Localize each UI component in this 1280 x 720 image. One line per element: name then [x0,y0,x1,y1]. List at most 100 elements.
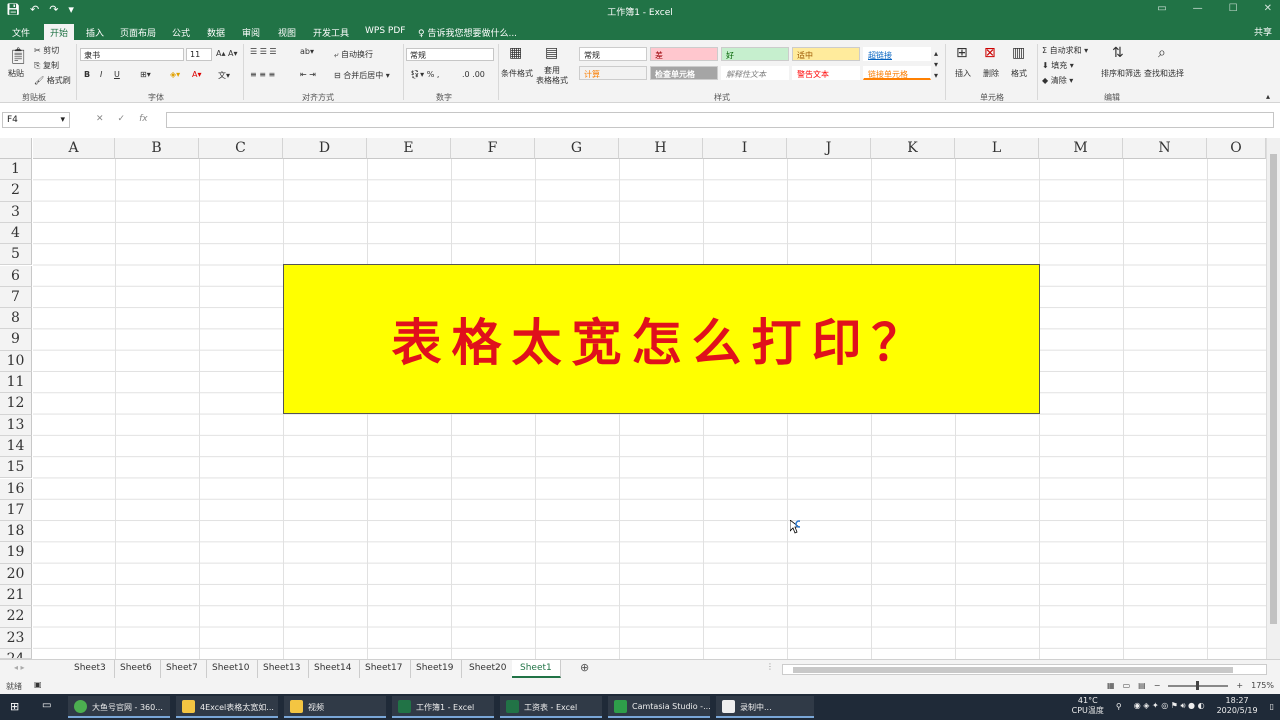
enter-icon[interactable]: ✓ [118,114,126,124]
row-header[interactable]: 7 [0,286,32,309]
column-header[interactable]: N [1123,138,1207,159]
scroll-thumb[interactable] [1270,154,1277,624]
close-icon[interactable]: ✕ [1264,3,1272,14]
sheet-tab[interactable]: Sheet14 [306,660,361,678]
column-header[interactable]: L [955,138,1039,159]
column-header[interactable]: H [619,138,703,159]
row-header[interactable]: 1 [0,159,32,181]
row-header[interactable]: 18 [0,521,32,543]
column-header[interactable]: D [283,138,367,159]
row-header[interactable]: 17 [0,499,32,522]
column-header[interactable]: M [1039,138,1123,159]
task-view-icon[interactable]: ▭ [42,700,51,711]
row-header[interactable]: 3 [0,201,32,223]
orientation-icon[interactable]: ab▾ [300,47,314,56]
conditional-format-button[interactable]: 条件格式 [501,68,533,79]
font-color-icon[interactable]: A▾ [192,70,202,79]
page-layout-view-icon[interactable]: ▭ [1123,681,1131,690]
phonetic-icon[interactable]: 文▾ [218,70,230,81]
vertical-scrollbar[interactable] [1266,138,1280,659]
sheet-tab[interactable]: Sheet17 [357,660,412,678]
underline-icon[interactable]: U [114,70,120,79]
sheet-tab-active[interactable]: Sheet1 [512,660,561,678]
row-header[interactable]: 9 [0,329,32,351]
style-hyperlink[interactable]: 超链接 [863,47,931,61]
add-sheet-icon[interactable]: ⊕ [580,661,589,674]
style-explanatory[interactable]: 解释性文本 [721,66,789,80]
minimize-icon[interactable]: — [1193,3,1203,14]
autosum-button[interactable]: Σ 自动求和 ▾ [1042,45,1088,56]
insert-cells-button[interactable]: 插入 [955,68,971,79]
share-button[interactable]: 共享 [1254,25,1272,38]
split-handle-icon[interactable]: ⋮ [766,662,774,671]
sheet-tab[interactable]: Sheet13 [255,660,310,678]
title-banner[interactable]: 表格太宽怎么打印？ [283,264,1040,414]
row-header[interactable]: 16 [0,478,32,500]
border-icon[interactable]: ⊞▾ [140,70,151,79]
tab-formulas[interactable]: 公式 [166,24,196,40]
fill-color-icon[interactable]: ◈▾ [170,70,180,79]
indent-icon[interactable]: ⇤ ⇥ [300,70,316,79]
sheet-tab[interactable]: Sheet19 [408,660,463,678]
sheet-nav-icon[interactable]: ◂ ▸ [14,663,25,672]
zoom-slider[interactable] [1168,680,1229,690]
column-header[interactable]: K [871,138,955,159]
delete-cells-button[interactable]: 删除 [983,68,999,79]
style-calculation[interactable]: 计算 [579,66,647,80]
column-header[interactable]: E [367,138,451,159]
windows-start-icon[interactable]: ⊞ [10,700,19,713]
cpu-temp[interactable]: 41°C CPU温度 [1072,696,1104,716]
wrap-text-button[interactable]: ⤶ 自动换行 [334,49,373,60]
tab-insert[interactable]: 插入 [80,24,110,40]
tab-review[interactable]: 审阅 [236,24,266,40]
fx-icon[interactable]: fx [139,114,148,124]
sheet-tab[interactable]: Sheet6 [112,660,161,678]
find-select-button[interactable]: 查找和选择 [1144,68,1184,79]
row-header[interactable]: 14 [0,435,32,458]
row-header[interactable]: 12 [0,393,32,415]
merge-center-button[interactable]: ⊟ 合并后居中 ▾ [334,70,390,81]
tab-data[interactable]: 数据 [201,24,231,40]
row-header[interactable]: 11 [0,372,32,394]
column-header[interactable]: F [451,138,535,159]
column-header[interactable]: G [535,138,619,159]
format-painter-button[interactable]: 🖌︎ 格式刷 [34,75,71,86]
tab-file[interactable]: 文件 [6,24,36,40]
style-warning[interactable]: 警告文本 [792,66,860,80]
style-normal[interactable]: 常规 [579,47,647,61]
column-header[interactable]: I [703,138,787,159]
column-header[interactable]: O [1207,138,1266,159]
collapse-ribbon-icon[interactable]: ▴ [1266,92,1270,101]
zoom-level[interactable]: 175% [1251,681,1274,690]
row-header[interactable]: 5 [0,244,32,266]
row-header[interactable]: 10 [0,350,32,372]
align-top-icon[interactable]: ☰ ☰ ☰ [250,47,277,56]
sheet-tab[interactable]: Sheet10 [204,660,259,678]
taskbar-item[interactable]: 视频 [284,696,386,718]
sort-filter-button[interactable]: 排序和筛选 [1101,68,1141,79]
fill-button[interactable]: ⬇ 填充 ▾ [1042,60,1074,71]
row-header[interactable]: 20 [0,563,32,585]
tab-home[interactable]: 开始 [44,24,75,40]
number-format-select[interactable]: 常规 [406,48,494,61]
tab-developer[interactable]: 开发工具 [307,24,355,40]
copy-button[interactable]: ⎘ 复制 [34,60,59,71]
decimal-icon[interactable]: .0 .00 [462,70,485,79]
page-break-view-icon[interactable]: ▤ [1138,681,1146,690]
row-header[interactable]: 15 [0,457,32,479]
styles-scroll-icon[interactable]: ▴ ▾ ▾ [934,48,938,81]
font-name-select[interactable]: 隶书 [80,48,184,61]
align-left-icon[interactable]: ≡ ≡ ≡ [250,70,275,79]
ribbon-display-icon[interactable]: ▭ [1157,3,1166,14]
delete-cells-icon[interactable]: ⊠ [984,45,996,61]
column-header[interactable]: J [787,138,871,159]
column-header[interactable]: C [199,138,283,159]
sheet-tab[interactable]: Sheet7 [158,660,207,678]
style-bad[interactable]: 差 [650,47,718,61]
cut-button[interactable]: ✂ 剪切 [34,45,59,56]
italic-icon[interactable]: I [100,70,102,79]
taskbar-item[interactable]: 工资表 - Excel [500,696,602,718]
tell-me-search[interactable]: ♀ 告诉我您想要做什么... [412,24,523,40]
row-header[interactable]: 13 [0,414,32,436]
font-size-select[interactable]: 11 [186,48,212,61]
